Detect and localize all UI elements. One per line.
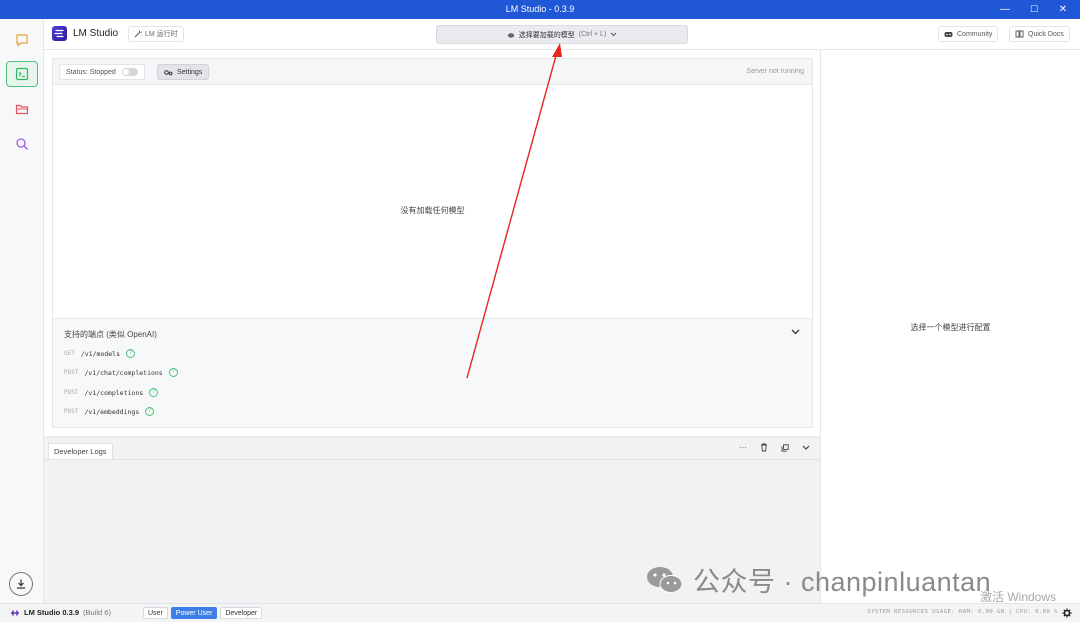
copy-icon[interactable] [781, 443, 789, 452]
folder-icon [15, 104, 29, 115]
gears-icon [164, 69, 173, 75]
mode-switcher: User Power User Developer [143, 607, 263, 619]
supported-endpoints-panel: 支持的端点 (类似 OpenAI) GET /v1/models ? POST … [52, 318, 813, 428]
bottom-status-bar: LM Studio 0.3.9 (Build 6) User Power Use… [0, 603, 1080, 622]
server-toggle-switch[interactable] [121, 68, 138, 76]
mode-user-button[interactable]: User [143, 607, 168, 619]
server-status-bar: Status: Stopped Settings Server not runn… [53, 59, 812, 85]
endpoints-title: 支持的端点 (类似 OpenAI) [64, 330, 157, 339]
chevron-down-icon [791, 329, 800, 335]
quick-docs-label: Quick Docs [1028, 30, 1064, 38]
server-state-text: Server not running [746, 68, 804, 75]
quick-docs-button[interactable]: Quick Docs [1009, 26, 1070, 42]
server-main-area: Status: Stopped Settings Server not runn… [44, 50, 820, 603]
download-icon [17, 579, 25, 589]
no-model-loaded-message: 没有加载任何模型 [400, 206, 465, 215]
sidebar-item-developer[interactable] [6, 61, 38, 87]
wechat-icon [647, 566, 683, 593]
server-settings-label: Settings [177, 68, 203, 76]
endpoint-path: /v1/embeddings [84, 407, 140, 416]
app-name: LM Studio [73, 28, 119, 39]
search-icon [16, 138, 28, 150]
watermark-text: 公众号 · chanpinluantan [693, 567, 992, 597]
endpoint-path: /v1/chat/completions [84, 368, 163, 377]
app-mark-icon [11, 610, 19, 615]
help-icon[interactable]: ? [149, 388, 159, 397]
lm-studio-logo [52, 26, 67, 41]
chevron-down-icon[interactable] [802, 445, 810, 450]
model-cloud-icon [507, 32, 514, 38]
book-icon [1015, 30, 1024, 38]
mode-power-user-button[interactable]: Power User [170, 607, 218, 619]
model-select-button[interactable]: 选择要加载的模型 (Ctrl + L) [436, 25, 688, 44]
system-resources-usage: SYSTEM RESOURCES USAGE: RAM: 0.00 GB | C… [867, 609, 1058, 615]
endpoint-row: POST /v1/embeddings ? [64, 407, 155, 416]
help-icon[interactable]: ? [145, 407, 155, 416]
logo-icon [54, 29, 64, 38]
mode-developer-button[interactable]: Developer [220, 607, 263, 619]
server-status-toggle[interactable]: Status: Stopped [59, 64, 145, 80]
sidebar [0, 19, 44, 603]
endpoint-row: POST /v1/completions ? [64, 388, 159, 397]
window-titlebar: LM Studio - 0.3.9 — ☐ ✕ [0, 0, 1080, 19]
runtime-button[interactable]: LM 运行时 [128, 26, 184, 42]
select-model-to-configure-message: 选择一个模型进行配置 [910, 323, 991, 332]
windows-activation-watermark: 激活 Windows [980, 590, 1057, 604]
endpoints-collapse-button[interactable] [791, 328, 800, 337]
endpoint-method: POST [64, 389, 79, 396]
server-status-label: Status: Stopped [66, 68, 116, 76]
community-label: Community [957, 30, 993, 38]
model-config-panel: 选择一个模型进行配置 [820, 50, 1080, 603]
gear-icon[interactable] [1062, 608, 1072, 618]
close-button[interactable]: ✕ [1046, 0, 1080, 19]
chat-bubble-icon [16, 34, 28, 47]
runtime-label: LM 运行时 [145, 31, 178, 38]
sidebar-item-discover[interactable] [6, 131, 38, 157]
endpoint-path: /v1/completions [84, 388, 144, 397]
sidebar-item-my-models[interactable] [6, 96, 38, 122]
chevron-down-icon [610, 32, 617, 37]
more-options-button[interactable]: ··· [739, 443, 747, 452]
app-version-info: LM Studio 0.3.9 (Build 6) [10, 608, 111, 617]
logs-tab-divider [44, 459, 820, 460]
wand-icon [134, 30, 142, 38]
wechat-watermark: 公众号 · chanpinluantan [645, 560, 991, 599]
model-select-label: 选择要加载的模型 [518, 31, 575, 39]
model-select-shortcut: (Ctrl + L) [578, 31, 607, 38]
endpoint-row: GET /v1/models ? [64, 349, 135, 358]
endpoint-method: POST [64, 408, 79, 415]
logs-toolbar: ··· [739, 443, 810, 452]
community-button[interactable]: Community [938, 26, 999, 42]
endpoint-method: GET [64, 350, 75, 357]
help-icon[interactable]: ? [125, 349, 135, 358]
terminal-icon [15, 67, 29, 81]
window-title: LM Studio - 0.3.9 [505, 4, 575, 14]
trash-icon[interactable] [760, 443, 768, 452]
tab-developer-logs[interactable]: Developer Logs [48, 443, 113, 459]
endpoint-method: POST [64, 369, 79, 376]
server-settings-button[interactable]: Settings [157, 64, 210, 80]
download-button[interactable] [9, 572, 33, 596]
app-build: (Build 6) [83, 608, 111, 617]
endpoint-row: POST /v1/chat/completions ? [64, 368, 178, 377]
discord-icon [944, 31, 953, 37]
help-icon[interactable]: ? [168, 368, 178, 377]
app-header: LM Studio LM 运行时 选择要加载的模型 (Ctrl + L) Com… [44, 19, 1080, 50]
app-version: LM Studio 0.3.9 [24, 608, 80, 617]
sidebar-item-chat[interactable] [6, 27, 38, 53]
endpoint-path: /v1/models [80, 349, 120, 358]
